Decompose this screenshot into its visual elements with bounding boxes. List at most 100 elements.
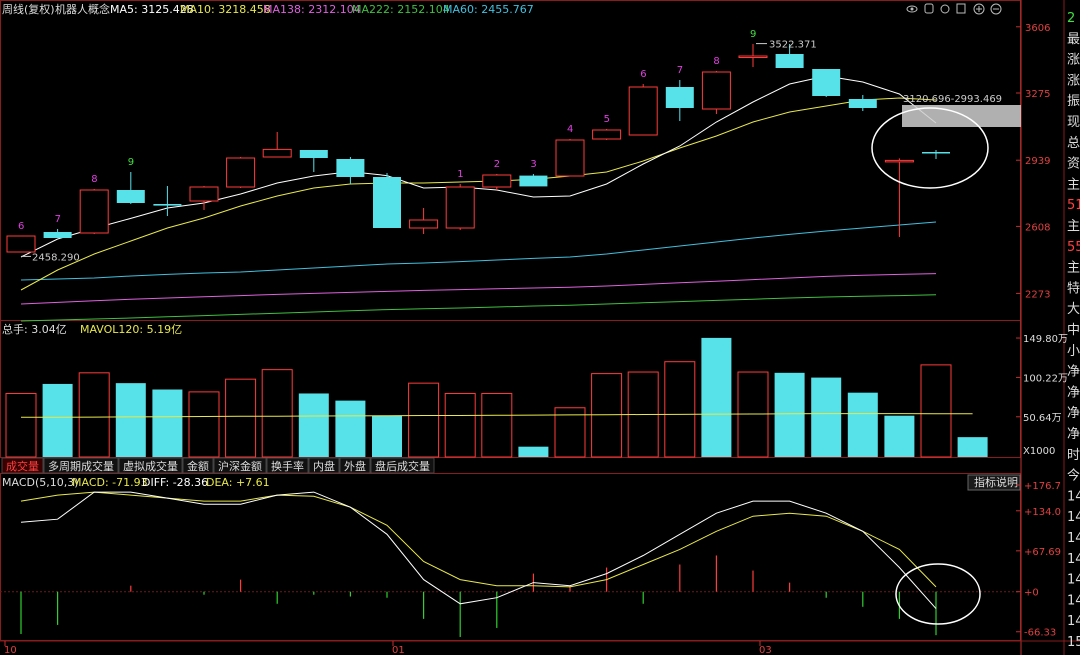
candle-body xyxy=(445,186,475,229)
indicator-help-label: 指标说明 xyxy=(974,475,1018,489)
macd-highlight-circle xyxy=(895,563,981,625)
ma10-label: MA10: 3218.458 xyxy=(180,3,271,16)
right-panel-text: 涨 xyxy=(1067,73,1080,88)
macd-name: MACD(5,10,3) xyxy=(2,476,79,489)
candle-body xyxy=(519,175,548,187)
volume-bar xyxy=(481,392,513,458)
chart-title: 周线(复权) xyxy=(2,2,55,16)
volume-tick-label: 50.64万 xyxy=(1023,413,1062,424)
price-layer: 6 7 8 9 1 2 3 4 5 6 7 8 9 3522.371 2458.290 3120.696-29… xyxy=(6,29,1021,322)
tab-label: 换手率 xyxy=(271,459,304,473)
volume-bar xyxy=(261,369,293,458)
high-annotation: 3522.371 xyxy=(769,40,817,51)
candle-body xyxy=(299,150,328,158)
price-tick-label: 2939 xyxy=(1025,156,1050,167)
sequence-count-label: 7 xyxy=(677,65,683,76)
refresh-icon[interactable] xyxy=(940,4,950,14)
macd-tick-label: +134.0 xyxy=(1024,507,1061,518)
candle-body xyxy=(775,54,804,68)
sequence-count-label: 8 xyxy=(91,174,97,185)
right-panel-text: 涨 xyxy=(1067,53,1080,68)
tab-label: 金额 xyxy=(187,459,209,473)
right-panel-text: 时 xyxy=(1067,448,1080,463)
sequence-count-label: 5 xyxy=(604,114,610,125)
right-panel-text: 特 xyxy=(1067,281,1080,296)
right-panel-text: 总 xyxy=(1067,136,1080,151)
list-icon[interactable] xyxy=(956,3,966,14)
right-panel-text: 中 xyxy=(1067,323,1080,338)
ma138-label: MA138: 2312.104 xyxy=(263,3,361,16)
volume-bar xyxy=(115,383,146,457)
macd-layer xyxy=(0,491,1021,637)
sequence-count-label: 8 xyxy=(713,56,719,67)
volume-total: 总手: 3.04亿 xyxy=(2,322,67,336)
candle-body xyxy=(373,177,401,228)
volume-bar xyxy=(884,415,915,457)
indicator-tabs: 成交量 多周期成交量 虚拟成交量 金额 沪深金额 换手率 内盘 外盘 盘后成交量 xyxy=(1,457,435,474)
right-panel-text: 今 xyxy=(1067,468,1080,484)
dea-line xyxy=(20,491,937,588)
diff-line xyxy=(20,491,937,609)
volume-bar xyxy=(847,392,878,457)
right-panel-text: 小 xyxy=(1067,344,1080,359)
candle-body xyxy=(592,129,622,140)
tab-label: 沪深金额 xyxy=(218,459,262,473)
sequence-count-label: 2 xyxy=(494,159,500,170)
candle-body xyxy=(79,189,109,234)
volume-bar xyxy=(774,372,805,457)
right-panel-text: 最 xyxy=(1067,32,1080,47)
ma138-line xyxy=(20,273,937,305)
candle-body xyxy=(922,152,950,154)
volume-bar xyxy=(518,446,549,457)
volume-bar xyxy=(298,393,329,457)
right-panel-text: 资 xyxy=(1067,157,1080,172)
candle-body xyxy=(153,204,182,206)
volume-bar xyxy=(225,378,257,458)
macd-value: MACD: -71.93 xyxy=(72,476,148,489)
volume-bar xyxy=(152,389,183,457)
sequence-count-label: 6 xyxy=(640,69,646,80)
right-panel-text: 2 xyxy=(1067,11,1075,26)
volume-bar xyxy=(78,372,110,458)
plus-icon[interactable] xyxy=(973,3,985,15)
tab-label: 多周期成交量 xyxy=(48,459,114,473)
range-annotation: 3120.696-2993.469 xyxy=(903,94,1002,105)
price-tick-label: 3606 xyxy=(1025,23,1050,34)
tab-label: 内盘 xyxy=(313,459,335,473)
volume-bar xyxy=(42,383,73,457)
candle-body xyxy=(482,174,512,188)
right-panel-text: 14 xyxy=(1067,593,1080,608)
candle-body xyxy=(409,219,439,229)
candle-body xyxy=(812,69,841,96)
candle-body xyxy=(262,148,292,158)
macd-tick-label: +176.7 xyxy=(1024,481,1061,492)
kline-chart: 周线(复权) 机器人概念 MA5: 3125.428 MA10: 3218.45… xyxy=(0,0,1080,655)
sequence-count-label: 4 xyxy=(567,124,573,135)
candle-body xyxy=(701,71,731,110)
price-panel-frame xyxy=(0,0,1021,321)
right-panel-text: 主 xyxy=(1067,261,1080,276)
volume-layer xyxy=(5,337,988,458)
volume-tick-label: 100.22万 xyxy=(1023,373,1068,384)
candle-body xyxy=(848,99,877,108)
right-panel-text: 振 xyxy=(1067,94,1080,109)
eye-icon[interactable] xyxy=(906,5,918,13)
minus-icon[interactable] xyxy=(990,3,1002,15)
candle-body xyxy=(884,159,914,163)
tab-label: 成交量 xyxy=(6,459,39,473)
sequence-count-label: 9 xyxy=(128,157,134,168)
right-panel-text: 15 xyxy=(1067,635,1080,650)
hand-icon[interactable] xyxy=(924,3,934,14)
candle-body xyxy=(116,190,145,203)
volume-bar xyxy=(5,392,37,458)
macd-tick-label: +67.69 xyxy=(1024,547,1061,558)
right-info-panel: 2最涨涨振现总资主51主55主特大中小净净净净时今141414141414141… xyxy=(1067,11,1080,650)
macd-diff: DIFF: -28.36 xyxy=(142,476,208,489)
candle-body xyxy=(189,186,219,202)
right-panel-text: 净 xyxy=(1067,406,1080,421)
right-panel-text: 14 xyxy=(1067,552,1080,567)
volume-bar xyxy=(664,361,696,458)
price-tick-label: 2608 xyxy=(1025,222,1050,233)
macd-tick-label: -66.33 xyxy=(1024,628,1056,639)
indicator-help-button[interactable]: 指标说明 xyxy=(967,474,1021,491)
